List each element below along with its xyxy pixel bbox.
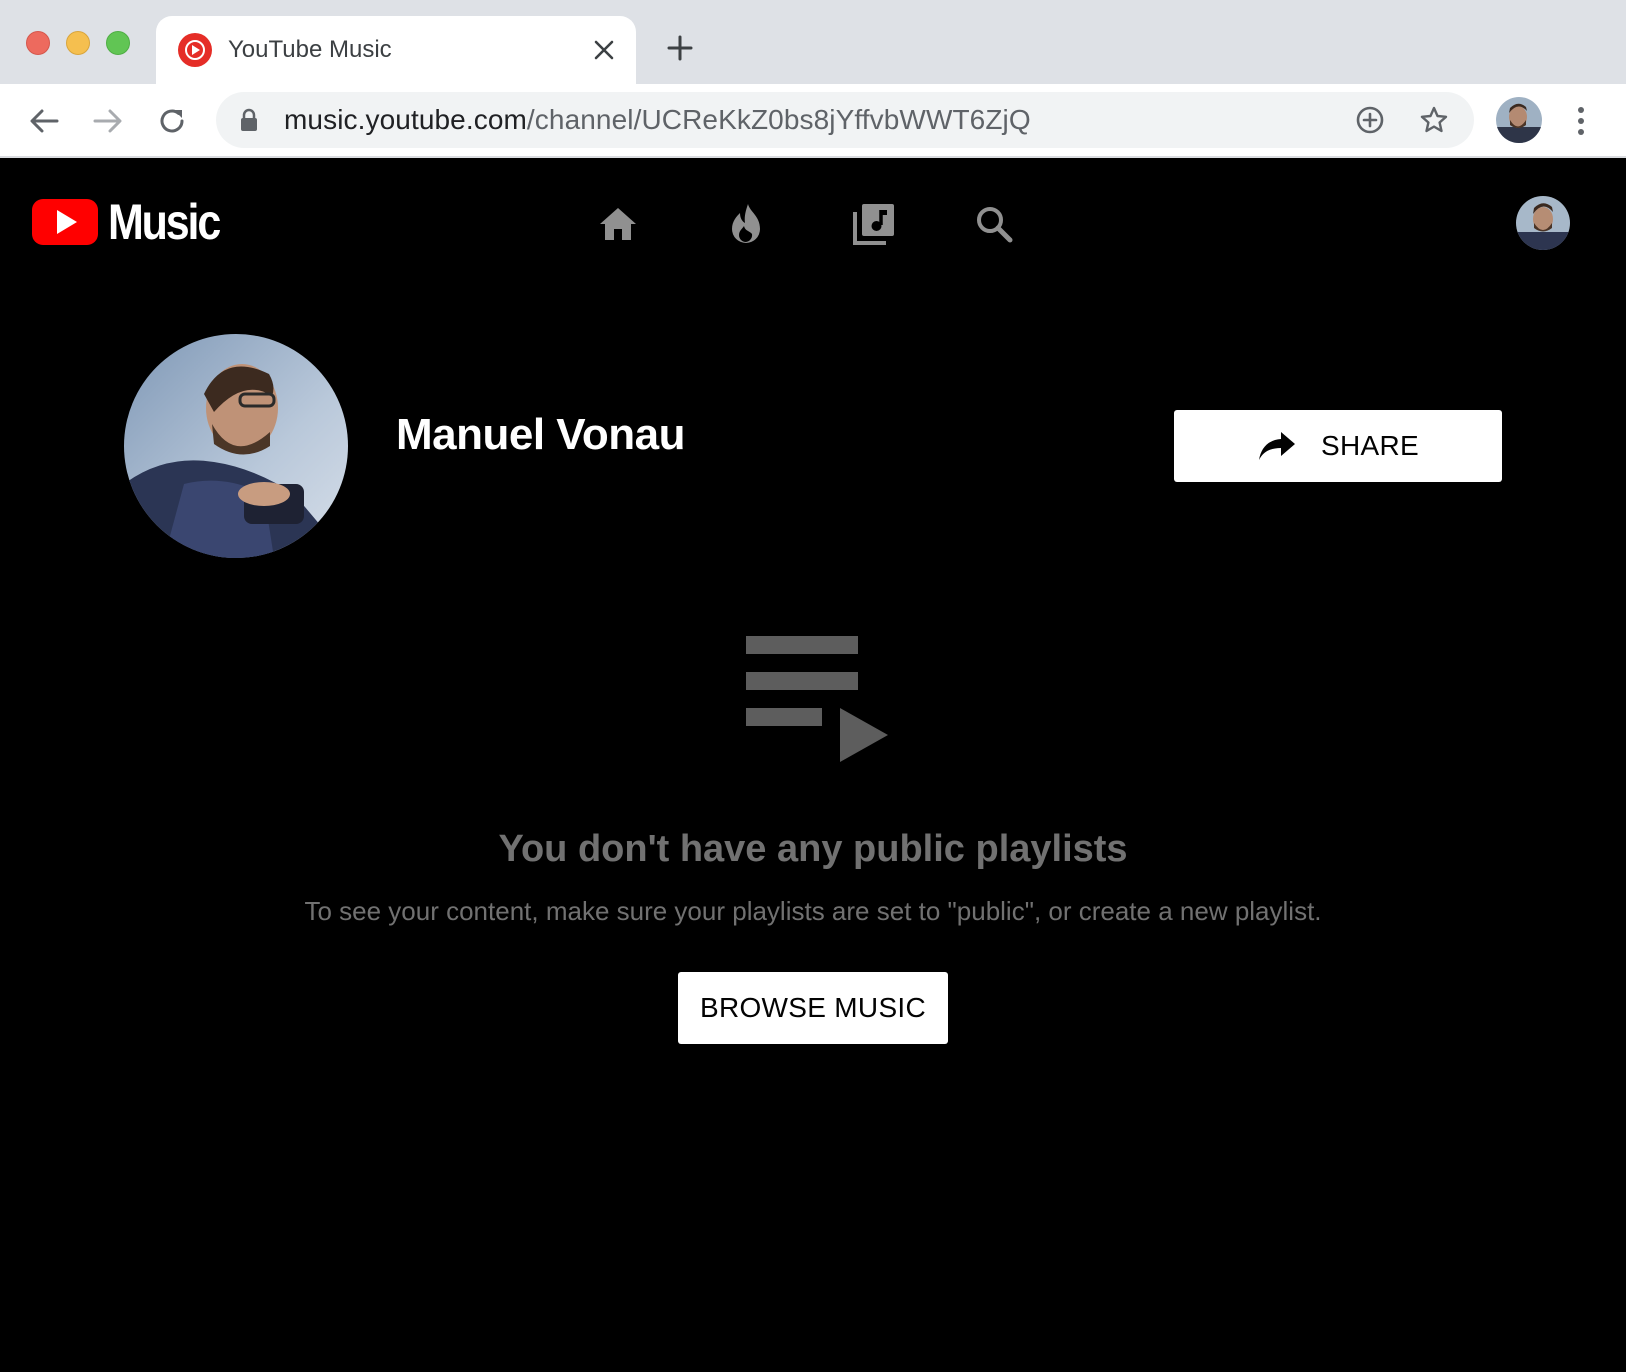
browser-menu-icon[interactable] [1566,101,1596,141]
lock-icon [241,108,257,131]
share-button-label: SHARE [1321,430,1419,461]
window-minimize-button[interactable] [66,31,90,55]
ytm-page: Music Manuel Vonau SHARE You don't have … [0,160,1626,1372]
tab-title: YouTube Music [228,36,392,63]
youtube-play-logo-icon [32,199,98,245]
window-close-button[interactable] [26,31,50,55]
close-tab-icon[interactable] [588,34,620,66]
browser-tabstrip: YouTube Music [0,0,1626,84]
address-bar[interactable]: music.youtube.com/channel/UCReKkZ0bs8jYf… [216,92,1474,148]
youtube-music-icon [178,33,212,67]
bookmark-star-icon[interactable] [1416,102,1452,138]
nav-home-icon[interactable] [594,200,642,248]
window-zoom-button[interactable] [106,31,130,55]
share-arrow-icon [1259,432,1296,460]
share-button[interactable]: SHARE [1174,410,1502,482]
forward-arrow-icon[interactable] [88,101,128,141]
browser-tab-active[interactable]: YouTube Music [156,16,636,84]
browser-toolbar: music.youtube.com/channel/UCReKkZ0bs8jYf… [0,84,1626,158]
nav-hotlist-flame-icon[interactable] [722,200,770,248]
browser-profile-avatar[interactable] [1496,97,1542,143]
url-text[interactable]: music.youtube.com/channel/UCReKkZ0bs8jYf… [284,104,1031,136]
account-avatar[interactable] [1516,196,1570,250]
empty-state-title: You don't have any public playlists [498,828,1128,870]
channel-avatar [124,334,348,558]
url-host: music.youtube.com [284,104,527,135]
url-path: /channel/UCReKkZ0bs8jYffvbWWT6ZjQ [526,104,1031,135]
browse-music-label: BROWSE MUSIC [699,992,927,1023]
ytm-logo[interactable]: Music [32,194,237,250]
install-app-icon[interactable] [1352,102,1388,138]
new-tab-icon[interactable] [662,30,698,66]
empty-state-subtitle: To see your content, make sure your play… [304,896,1322,926]
playlist-play-icon [746,636,892,770]
reload-icon[interactable] [152,101,192,141]
brand-wordmark: Music [108,194,221,250]
back-arrow-icon[interactable] [24,101,64,141]
nav-search-icon[interactable] [970,200,1018,248]
channel-name: Manuel Vonau [396,410,685,459]
nav-library-music-icon[interactable] [850,200,898,248]
browse-music-button[interactable]: BROWSE MUSIC [678,972,948,1044]
